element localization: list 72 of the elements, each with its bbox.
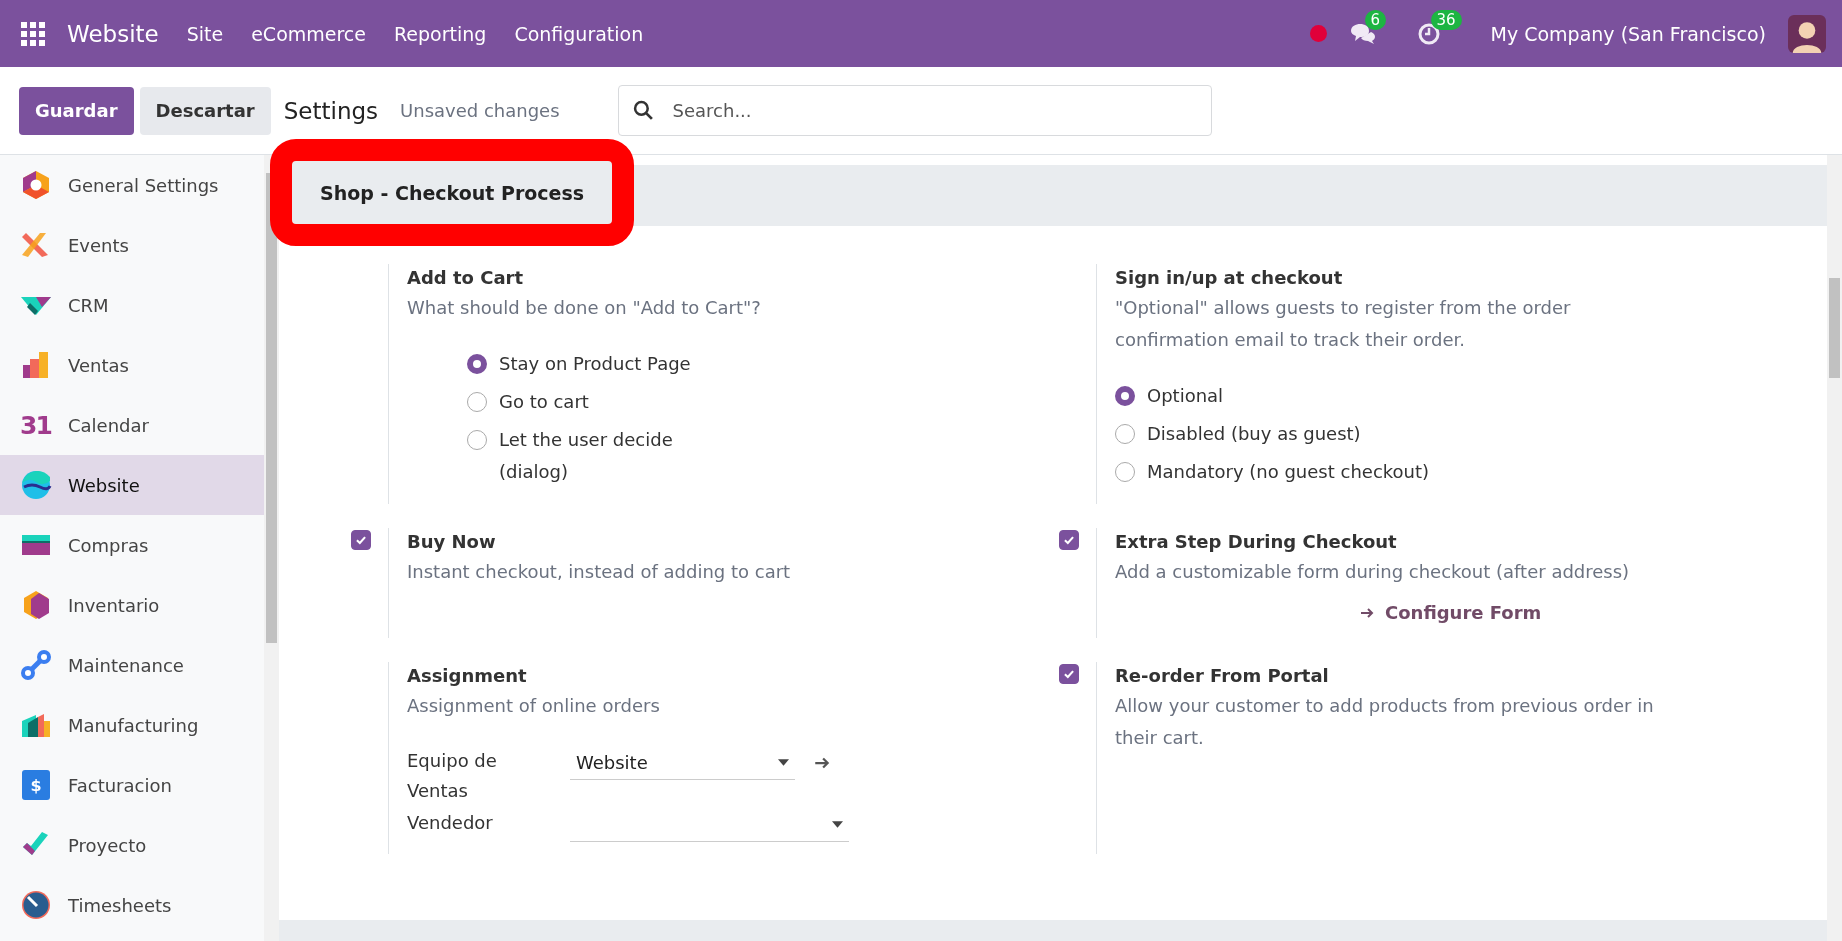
- save-button[interactable]: Guardar: [19, 86, 134, 135]
- calendar-logo: 31: [20, 410, 52, 440]
- search-icon: [632, 100, 654, 121]
- sidebar-scrollbar[interactable]: [264, 155, 279, 941]
- field-label: Equipo de Ventas: [407, 749, 498, 803]
- menu-item[interactable]: Site: [186, 22, 224, 45]
- checkbox[interactable]: [351, 530, 371, 550]
- menu-item[interactable]: Configuration: [514, 22, 644, 45]
- sidebar-item[interactable]: Proyecto: [0, 815, 264, 875]
- option-label[interactable]: Let the user decide (dialog): [499, 424, 709, 488]
- hexagon-icon: [20, 169, 52, 201]
- option-label[interactable]: Optional: [1147, 380, 1224, 412]
- radio-button[interactable]: [467, 430, 487, 450]
- caret-icon: [832, 821, 843, 828]
- app-name[interactable]: Website: [67, 20, 159, 47]
- radio-button[interactable]: [467, 354, 487, 374]
- setting-title: Add to Cart: [407, 266, 525, 290]
- sidebar-item[interactable]: CRM: [0, 275, 264, 335]
- user-avatar-icon[interactable]: [1788, 14, 1826, 53]
- sidebar-item[interactable]: Events: [0, 215, 264, 275]
- page-scrollbar[interactable]: [1827, 155, 1842, 941]
- page-title: Settings: [283, 97, 379, 124]
- field-label: Vendedor: [407, 811, 494, 835]
- radio-button[interactable]: [1115, 424, 1135, 444]
- sidebar-item[interactable]: Inventario: [0, 575, 264, 635]
- menu-item[interactable]: Reporting: [394, 22, 487, 45]
- sidebar-item[interactable]: Compras: [0, 515, 264, 575]
- setting-description: Allow your customer to add products from previous order in their cart.: [1115, 694, 1655, 750]
- option-label[interactable]: Stay on Product Page: [499, 348, 691, 380]
- caret-icon: [778, 759, 789, 766]
- chain-link-icon: [20, 649, 52, 681]
- activity-count-badge: 36: [1430, 9, 1462, 30]
- option-label[interactable]: Mandatory (no guest checkout): [1147, 456, 1430, 488]
- checkbox[interactable]: [1059, 664, 1079, 684]
- setting-title: Buy Now: [407, 530, 497, 554]
- company-switcher[interactable]: My Company (San Francisco): [1490, 22, 1766, 45]
- discard-button[interactable]: Descartar: [139, 86, 271, 135]
- wave-circle-icon: [20, 469, 52, 501]
- sidebar-item[interactable]: Website: [0, 455, 264, 515]
- radio-button[interactable]: [1115, 386, 1135, 406]
- status-dot[interactable]: [1309, 25, 1327, 42]
- section-title: Shop - Checkout Process: [319, 181, 586, 204]
- setting-title: Assignment: [407, 664, 528, 688]
- checkbox[interactable]: [1059, 530, 1079, 550]
- sidebar-item[interactable]: Manufacturing: [0, 695, 264, 755]
- sidebar-item[interactable]: Maintenance: [0, 635, 264, 695]
- search-field[interactable]: Search...: [617, 85, 1212, 136]
- sidebar-item[interactable]: Ventas: [0, 335, 264, 395]
- setting-description: Assignment of online orders: [407, 694, 661, 718]
- message-count-badge: 6: [1364, 9, 1387, 30]
- document-logo: $: [22, 770, 50, 800]
- configure-form-link[interactable]: Configure Form: [1359, 602, 1542, 623]
- sidebar-item[interactable]: General Settings: [0, 155, 264, 215]
- setting-title: Re-order From Portal: [1115, 664, 1330, 688]
- sidebar-item[interactable]: $ Facturacion: [0, 755, 264, 815]
- option-label[interactable]: Go to cart: [499, 386, 589, 418]
- setting-description: Add a customizable form during checkout (after address): [1115, 560, 1631, 584]
- apps-menu-icon[interactable]: [21, 21, 45, 46]
- option-label[interactable]: Disabled (buy as guest): [1147, 418, 1361, 450]
- radio-button[interactable]: [467, 392, 487, 412]
- menu-item[interactable]: eCommerce: [251, 22, 366, 45]
- setting-title: Sign in/up at checkout: [1115, 266, 1344, 290]
- sidebar-item[interactable]: Timesheets: [0, 875, 264, 935]
- setting-title: Extra Step During Checkout: [1115, 530, 1398, 554]
- gauge-icon: [20, 889, 52, 921]
- sidebar-item[interactable]: 31 Calendar: [0, 395, 264, 455]
- setting-description: "Optional" allows guests to register from the order confirmation email to track their order.: [1115, 296, 1572, 352]
- setting-description: Instant checkout, instead of adding to cart: [407, 560, 792, 584]
- setting-description: What should be done on "Add to Cart"?: [407, 296, 762, 320]
- dropdown-field[interactable]: Website: [570, 746, 795, 780]
- radio-button[interactable]: [1115, 462, 1135, 482]
- unsaved-status: Unsaved changes: [400, 100, 560, 121]
